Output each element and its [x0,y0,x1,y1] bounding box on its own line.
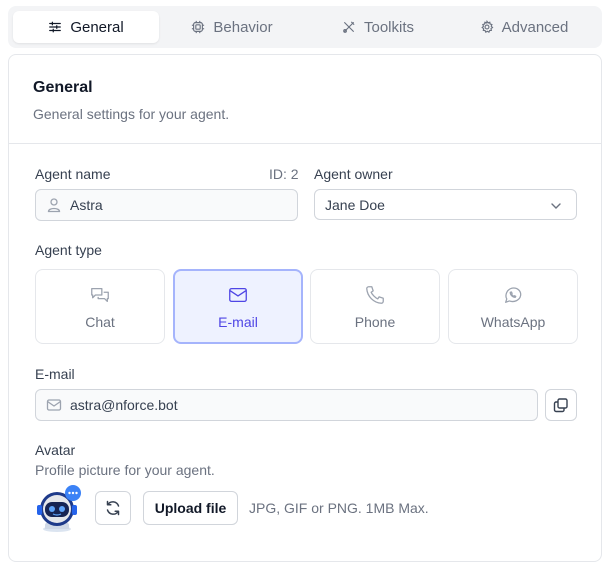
upload-hint: JPG, GIF or PNG. 1MB Max. [249,500,429,516]
copy-icon [553,398,568,413]
chevron-down-icon [551,203,561,209]
agent-type-email-label: E-mail [218,313,258,330]
avatar-description: Profile picture for your agent. [35,462,215,478]
tab-behavior[interactable]: Behavior [159,11,305,43]
upload-file-button[interactable]: Upload file [143,491,238,525]
cpu-icon [192,20,205,34]
agent-owner-value: Jane Doe [325,196,385,213]
agent-name-label: Agent name [35,166,111,182]
avatar-label: Avatar [35,442,76,458]
tab-advanced[interactable]: Advanced [451,11,597,43]
phone-icon [366,285,384,304]
refresh-icon [106,500,120,516]
agent-type-whatsapp[interactable]: WhatsApp [448,269,578,344]
agent-type-label: Agent type [35,242,102,258]
agent-name-input[interactable]: Astra [35,189,298,221]
tab-general[interactable]: General [13,11,159,43]
agent-owner-select[interactable]: Jane Doe [314,189,577,220]
card-header: General General settings for your agent. [9,55,601,144]
tab-behavior-label: Behavior [213,18,273,36]
tab-toolkits[interactable]: Toolkits [305,11,451,43]
mail-icon [46,399,62,411]
mail-icon [229,287,247,302]
agent-type-chat[interactable]: Chat [35,269,165,344]
email-field[interactable]: astra@nforce.bot [35,389,538,421]
tab-advanced-label: Advanced [501,18,569,36]
robot-avatar-icon [37,485,81,532]
section-subtitle: General settings for your agent. [33,106,230,122]
email-label: E-mail [35,366,75,382]
agent-type-chat-label: Chat [85,313,115,330]
tab-general-label: General [70,18,124,36]
agent-owner-label: Agent owner [314,166,393,182]
email-value: astra@nforce.bot [70,397,178,413]
tab-toolkits-label: Toolkits [363,18,415,36]
agent-id-text: ID: 2 [269,166,299,182]
agent-type-email[interactable]: E-mail [173,269,303,344]
settings-tabs: General Behavior Toolkits Advanced [8,6,602,48]
user-icon [47,198,61,213]
agent-type-phone-label: Phone [354,313,396,330]
chat-icon [91,287,109,302]
tools-icon [343,21,355,33]
sliders-icon [49,21,62,33]
whatsapp-icon [505,286,522,303]
avatar[interactable] [33,485,83,533]
agent-type-whatsapp-label: WhatsApp [480,313,546,330]
agent-type-phone[interactable]: Phone [310,269,440,344]
section-title: General [33,79,93,96]
refresh-avatar-button[interactable] [95,491,131,525]
copy-email-button[interactable] [545,389,577,421]
agent-name-value: Astra [70,197,103,213]
gear-icon [480,20,494,33]
general-settings-card: General General settings for your agent.… [8,54,602,562]
